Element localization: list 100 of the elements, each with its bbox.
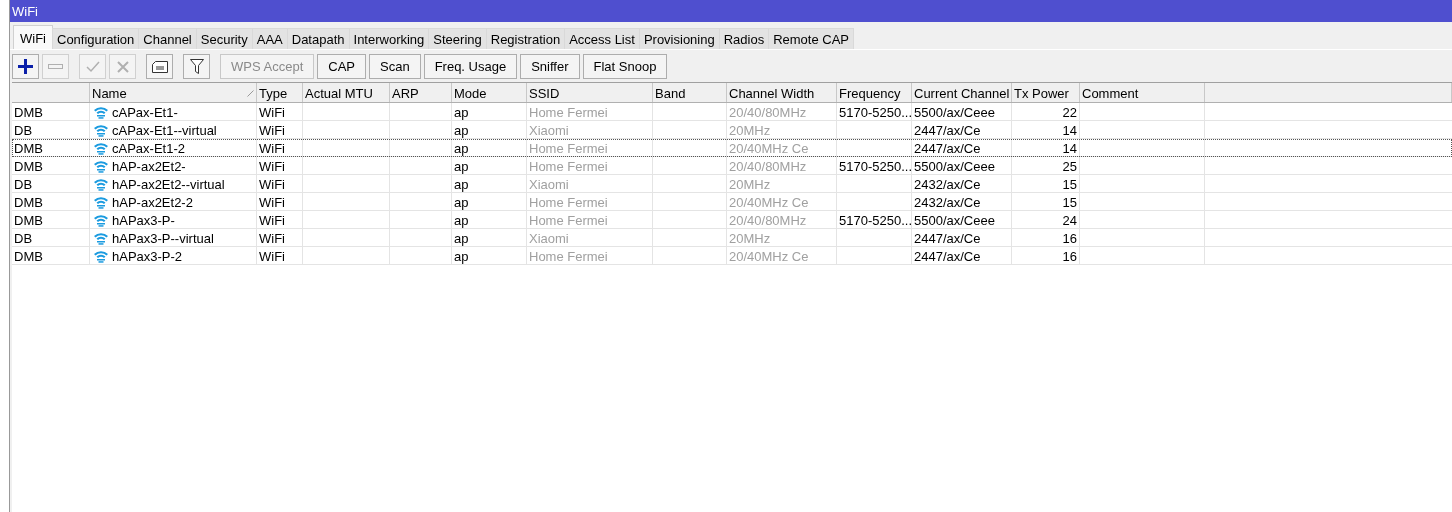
table-cell: 20/40/80MHz [729, 104, 807, 120]
check-icon [85, 60, 100, 73]
table-row[interactable]: DB hAPax3-P--virtual WiFi ap Xiaomi 20MHz 2447/ax/Ce 16 [12, 229, 1452, 247]
table-row[interactable]: DMB hAP-ax2Et2-2 WiFi ap Home Fermei 20/40MHz Ce 2432/ax/Ce 15 [12, 193, 1452, 211]
table-cell: hAPax3-P--virtual [112, 230, 214, 246]
table-cell: 20/40MHz Ce [729, 140, 809, 156]
toolbar-button[interactable]: CAP [317, 54, 366, 79]
comment-button[interactable] [146, 54, 173, 79]
column-header[interactable]: Name [92, 86, 127, 101]
column-header[interactable]: Current Channel [914, 86, 1010, 101]
column-header[interactable]: SSID [529, 86, 560, 101]
wifi-icon [94, 123, 108, 137]
table-cell: 20MHz [729, 230, 771, 246]
table-row[interactable]: DMB hAPax3-P-2 WiFi ap Home Fermei 20/40MHz Ce 2447/ax/Ce 16 [12, 247, 1452, 265]
table-row[interactable]: DMB hAPax3-P- WiFi ap Home Fermei 20/40/80MHz 5170-5250...5500/ax/Ceee 24 [12, 211, 1452, 229]
table-cell: DMB [14, 194, 43, 210]
table-cell: 15 [1062, 194, 1077, 210]
filter-button[interactable] [183, 54, 210, 79]
table-cell: 24 [1062, 212, 1077, 228]
tab[interactable]: Remote CAP [768, 28, 855, 49]
table-row[interactable]: DB hAP-ax2Et2--virtual WiFi ap Xiaomi 20MHz 2432/ax/Ce 15 [12, 175, 1452, 193]
table-cell: WiFi [259, 104, 285, 120]
filter-icon [189, 58, 204, 75]
table-cell: DB [14, 176, 33, 192]
wifi-icon [94, 249, 108, 263]
table-cell: Home Fermei [529, 194, 608, 210]
table-cell: 20MHz [729, 176, 771, 192]
table-cell: 14 [1062, 140, 1077, 156]
toolbar-button[interactable]: Freq. Usage [423, 54, 518, 79]
table-cell: 2432/ax/Ce [914, 194, 981, 210]
table-cell: 20MHz [729, 122, 771, 138]
tab[interactable]: Channel [138, 28, 197, 49]
table-cell: 5500/ax/Ceee [914, 104, 995, 120]
note-icon [151, 60, 168, 73]
cross-icon [116, 60, 129, 73]
table-cell: 2447/ax/Ce [914, 230, 981, 246]
wifi-icon [94, 105, 108, 119]
tab[interactable]: Datapath [286, 28, 350, 49]
toolbar-button[interactable]: Scan [369, 54, 421, 79]
tab[interactable]: Configuration [52, 28, 140, 49]
table-cell: Home Fermei [529, 212, 608, 228]
table-cell: hAP-ax2Et2-2 [112, 194, 193, 210]
window-title: WiFi [12, 3, 38, 19]
table-cell: hAPax3-P-2 [112, 248, 183, 264]
tab[interactable]: Provisioning [638, 28, 720, 49]
table-cell: ap [454, 212, 469, 228]
table-row[interactable]: DMB cAPax-Et1-2 WiFi ap Home Fermei 20/40MHz Ce 2447/ax/Ce 14 [12, 139, 1452, 157]
table-cell: ap [454, 194, 469, 210]
tab[interactable]: Steering [428, 28, 487, 49]
table-cell: 5500/ax/Ceee [914, 212, 995, 228]
table-cell: hAP-ax2Et2--virtual [112, 176, 225, 192]
column-header[interactable]: Actual MTU [305, 86, 373, 101]
table-cell: 5170-5250... [839, 104, 912, 120]
column-header[interactable]: Mode [454, 86, 487, 101]
column-header[interactable]: Band [655, 86, 686, 101]
table-cell: cAPax-Et1-2 [112, 140, 185, 156]
column-header[interactable]: Comment [1082, 86, 1139, 101]
column-header[interactable]: Frequency [839, 86, 901, 101]
table-row[interactable]: DB cAPax-Et1--virtual WiFi ap Xiaomi 20MHz 2447/ax/Ce 14 [12, 121, 1452, 139]
table-cell: DMB [14, 104, 43, 120]
table-cell: WiFi [259, 122, 285, 138]
wifi-icon [94, 195, 108, 209]
tab[interactable]: AAA [251, 28, 288, 49]
tab[interactable]: WiFi [13, 25, 53, 49]
tab[interactable]: Security [195, 28, 253, 49]
table-cell: Home Fermei [529, 104, 608, 120]
table-cell: Xiaomi [529, 176, 569, 192]
column-header[interactable]: ARP [392, 86, 419, 101]
table-cell: 16 [1062, 248, 1077, 264]
tab[interactable]: Access List [564, 28, 640, 49]
wifi-icon [94, 141, 108, 155]
table-cell: hAP-ax2Et2- [112, 158, 186, 174]
add-button[interactable] [12, 54, 39, 79]
table-cell: WiFi [259, 212, 285, 228]
table-cell: WiFi [259, 248, 285, 264]
wifi-icon [94, 213, 108, 227]
tab[interactable]: Interworking [348, 28, 430, 49]
column-header[interactable]: Tx Power [1014, 86, 1069, 101]
table-cell: ap [454, 140, 469, 156]
table-row[interactable]: DMB cAPax-Et1- WiFi ap Home Fermei 20/40/80MHz 5170-5250...5500/ax/Ceee 22 [12, 103, 1452, 121]
table-cell: 2447/ax/Ce [914, 140, 981, 156]
table-cell: DMB [14, 158, 43, 174]
toolbar-button[interactable]: Sniffer [520, 54, 580, 79]
table-cell: 15 [1062, 176, 1077, 192]
toolbar-button[interactable]: Flat Snoop [582, 54, 668, 79]
table-cell: DMB [14, 212, 43, 228]
table-row[interactable]: DMB hAP-ax2Et2- WiFi ap Home Fermei 20/40/80MHz 5170-5250...5500/ax/Ceee 25 [12, 157, 1452, 175]
column-header[interactable]: Channel Width [729, 86, 815, 101]
table-cell: Home Fermei [529, 248, 608, 264]
table-cell: 2447/ax/Ce [914, 122, 981, 138]
plus-icon [18, 59, 33, 74]
table-cell: cAPax-Et1--virtual [112, 122, 217, 138]
table-cell: 5500/ax/Ceee [914, 158, 995, 174]
column-header[interactable]: Type [259, 86, 288, 101]
minus-icon [48, 64, 63, 69]
table-cell: Xiaomi [529, 122, 569, 138]
tab[interactable]: Registration [485, 28, 566, 49]
tab[interactable]: Radios [718, 28, 770, 49]
table-cell: ap [454, 248, 469, 264]
table-cell: 20/40MHz Ce [729, 248, 809, 264]
